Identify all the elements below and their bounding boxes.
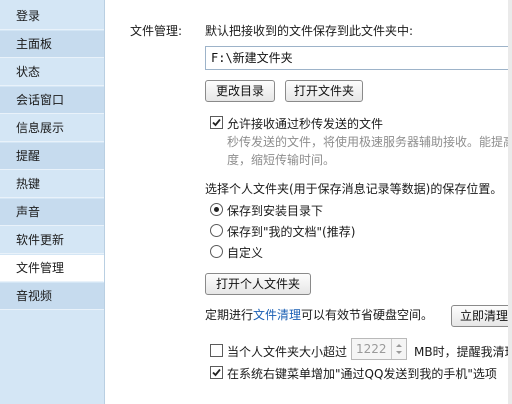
radio-install-dir[interactable] <box>210 203 223 216</box>
sidebar-item-file-management[interactable]: 文件管理 <box>0 255 104 282</box>
size-limit-value: 1222 <box>356 342 387 356</box>
size-limit-label: 当个人文件夹大小超过 <box>227 345 348 359</box>
size-limit-stepper[interactable]: 1222 <box>351 338 407 360</box>
sidebar-item-label: 声音 <box>16 205 41 219</box>
sidebar-item-label: 软件更新 <box>16 233 65 247</box>
cleanup-text: 定期进行文件清理可以有效节省硬盘空间。 <box>205 306 433 323</box>
sidebar-item-reminder[interactable]: 提醒 <box>0 143 104 170</box>
personal-folder-description: 选择个人文件夹(用于保存消息记录等数据)的保存位置。 <box>205 182 503 196</box>
sidebar-item-label: 主面板 <box>16 37 53 51</box>
file-management-panel: 文件管理: 默认把接收到的文件保存到此文件夹中: F:\新建文件夹 更改目录 打… <box>105 0 512 404</box>
sidebar-item-login[interactable]: 登录 <box>0 3 104 30</box>
context-menu-label: 在系统右键菜单增加"通过QQ发送到我的手机"选项 <box>227 367 497 381</box>
default-save-description: 默认把接收到的文件保存到此文件夹中: <box>205 24 414 38</box>
checkmark-icon <box>212 118 221 127</box>
open-folder-button[interactable]: 打开文件夹 <box>285 80 363 102</box>
secure-transfer-description-1: 秒传发送的文件，将使用极速服务器辅助接收。能提高 <box>227 135 512 149</box>
radio-custom[interactable] <box>210 245 223 258</box>
sidebar-item-main-panel[interactable]: 主面板 <box>0 31 104 58</box>
secure-transfer-checkbox[interactable] <box>210 116 223 129</box>
vertical-scrollbar[interactable] <box>508 0 512 404</box>
sidebar-item-label: 状态 <box>16 65 41 79</box>
secure-transfer-label: 允许接收通过秒传发送的文件 <box>227 117 384 131</box>
sidebar-item-info-display[interactable]: 信息展示 <box>0 115 104 142</box>
radio-my-documents[interactable] <box>210 224 223 237</box>
radio-custom-label: 自定义 <box>227 246 264 260</box>
sidebar-item-label: 文件管理 <box>16 261 65 275</box>
context-menu-checkbox[interactable] <box>210 366 223 379</box>
sidebar-item-label: 会话窗口 <box>16 93 65 107</box>
cleanup-now-button[interactable]: 立即清理 <box>451 305 512 327</box>
sidebar-item-label: 登录 <box>16 9 41 23</box>
file-cleanup-link[interactable]: 文件清理 <box>253 308 301 322</box>
sidebar-item-label: 音视频 <box>16 289 53 303</box>
size-limit-unit: MB时，提醒我清理 <box>414 345 512 359</box>
sidebar-item-hotkeys[interactable]: 热键 <box>0 171 104 198</box>
sidebar-item-label: 信息展示 <box>16 121 65 135</box>
secure-transfer-description-2: 度，缩短传输时间。 <box>227 153 336 167</box>
cleanup-suffix: 可以有效节省硬盘空间。 <box>301 308 434 322</box>
change-directory-button[interactable]: 更改目录 <box>205 80 275 102</box>
radio-selected-dot <box>214 207 219 212</box>
radio-install-dir-label: 保存到安装目录下 <box>227 204 324 218</box>
size-limit-checkbox[interactable] <box>210 344 223 357</box>
stepper-arrows[interactable] <box>391 339 406 359</box>
section-label: 文件管理: <box>130 24 183 38</box>
sidebar-item-audio-video[interactable]: 音视频 <box>0 283 104 310</box>
sidebar-item-status[interactable]: 状态 <box>0 59 104 86</box>
sidebar-item-sound[interactable]: 声音 <box>0 199 104 226</box>
open-personal-folder-button[interactable]: 打开个人文件夹 <box>205 273 311 295</box>
sidebar-item-label: 热键 <box>16 177 41 191</box>
sidebar-item-software-update[interactable]: 软件更新 <box>0 227 104 254</box>
stepper-up-down-icon <box>396 344 402 354</box>
folder-path-input[interactable]: F:\新建文件夹 <box>205 46 512 70</box>
sidebar-item-chat-window[interactable]: 会话窗口 <box>0 87 104 114</box>
sidebar-item-label: 提醒 <box>16 149 41 163</box>
cleanup-prefix: 定期进行 <box>205 308 254 322</box>
settings-sidebar: 登录 主面板 状态 会话窗口 信息展示 提醒 热键 声音 软件更新 文件管理 音… <box>0 0 105 404</box>
checkmark-icon <box>212 368 221 377</box>
radio-my-documents-label: 保存到"我的文档"(推荐) <box>227 225 356 239</box>
